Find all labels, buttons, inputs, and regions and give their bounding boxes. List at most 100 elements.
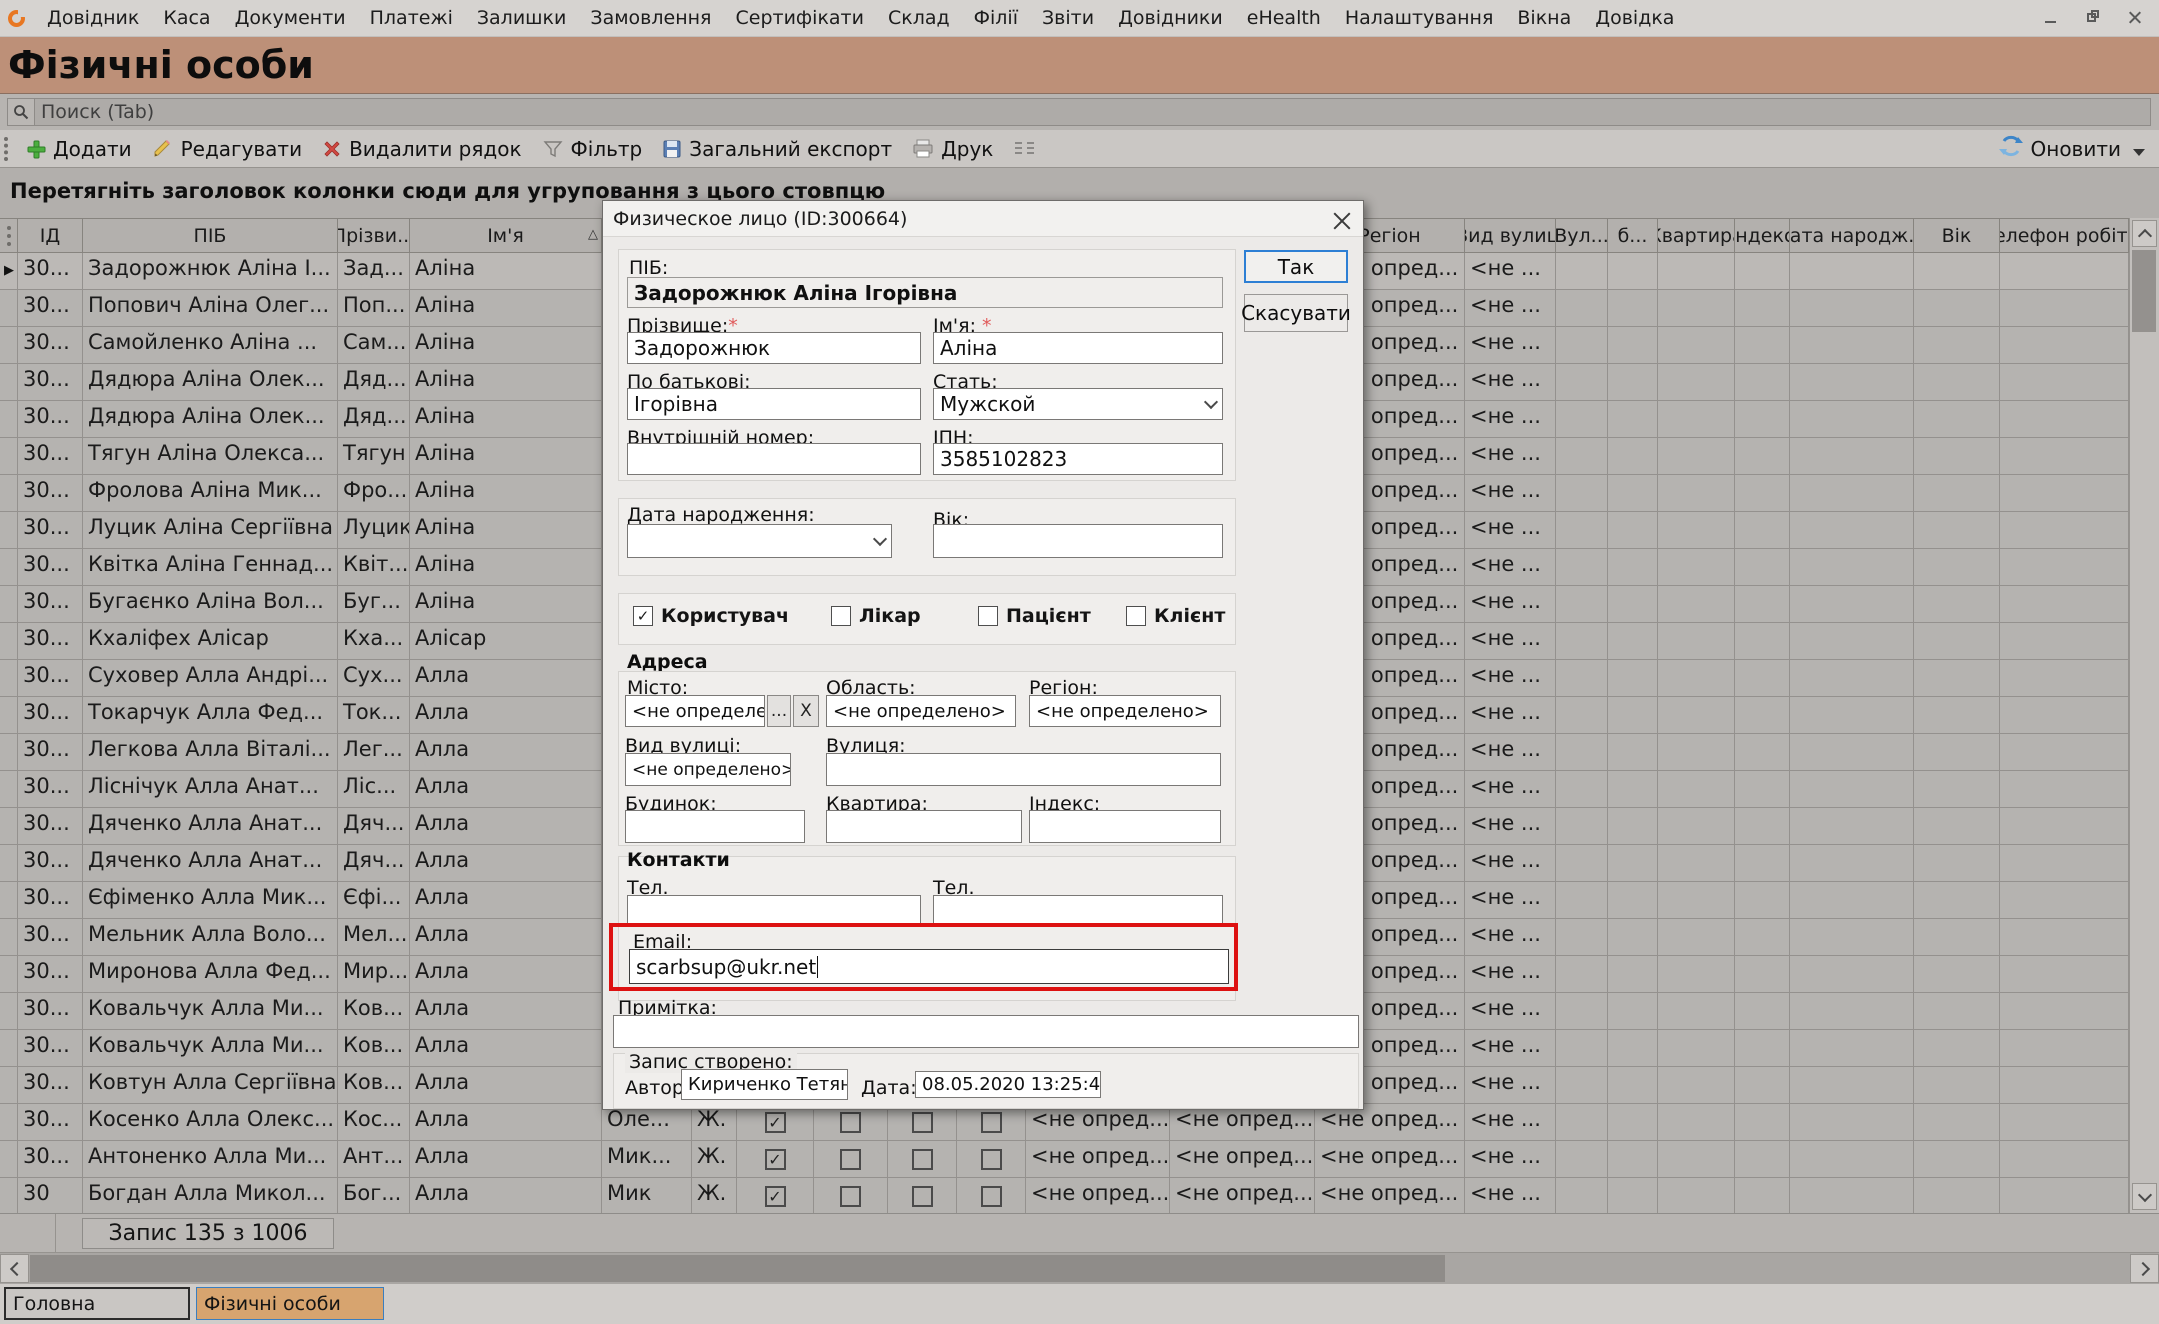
scroll-up-icon[interactable] <box>2132 220 2157 247</box>
column-header-index[interactable]: Індекс <box>1735 219 1790 252</box>
email-input[interactable]: scarbsup@ukr.net <box>629 949 1229 984</box>
menu-item-8[interactable]: Філії <box>962 7 1030 29</box>
horizontal-scroll-thumb[interactable] <box>30 1255 1445 1282</box>
horizontal-scrollbar[interactable] <box>0 1252 2159 1284</box>
tel2-input[interactable] <box>933 895 1223 927</box>
menu-item-0[interactable]: Довідник <box>35 7 151 29</box>
chevron-down-icon[interactable] <box>2133 149 2145 156</box>
row-checkbox[interactable] <box>912 1186 933 1207</box>
menu-item-10[interactable]: Довідники <box>1106 7 1235 29</box>
note-input[interactable] <box>613 1015 1359 1048</box>
gender-select[interactable]: Мужской <box>933 388 1223 420</box>
menu-item-2[interactable]: Документи <box>223 7 358 29</box>
minimize-icon[interactable] <box>2043 10 2059 26</box>
index-input[interactable] <box>1029 810 1221 843</box>
cancel-button[interactable]: Скасувати <box>1244 294 1348 332</box>
menu-item-7[interactable]: Склад <box>876 7 962 29</box>
building-input[interactable] <box>625 810 805 843</box>
surname-input[interactable]: Задорожнюк <box>627 332 921 364</box>
column-header-age[interactable]: Вік <box>1914 219 2000 252</box>
role-checkbox-checked[interactable]: ✓ <box>633 606 653 626</box>
column-header-id[interactable]: ІД <box>18 219 83 252</box>
city-browse-button[interactable]: ... <box>767 695 791 727</box>
toolbar-export-button[interactable]: Загальний експорт <box>652 137 902 161</box>
row-checkbox-checked[interactable]: ✓ <box>765 1186 786 1207</box>
role-checkbox[interactable] <box>1126 606 1146 626</box>
restore-icon[interactable] <box>2085 10 2101 26</box>
row-checkbox[interactable] <box>912 1149 933 1170</box>
toolbar-delete-row-button[interactable]: Видалити рядок <box>312 137 531 161</box>
dialog-titlebar[interactable]: Физическое лицо (ID:300664) <box>603 201 1363 237</box>
toolbar-add-button[interactable]: Додати <box>16 137 142 161</box>
ok-button[interactable]: Так <box>1244 250 1348 283</box>
toolbar-grip[interactable] <box>4 137 8 161</box>
row-checkbox[interactable] <box>912 1112 933 1133</box>
menu-item-4[interactable]: Залишки <box>465 7 579 29</box>
cell-id: 30... <box>18 327 83 364</box>
scroll-left-icon[interactable] <box>0 1254 29 1283</box>
column-header-apartment[interactable]: Квартира <box>1658 219 1735 252</box>
menu-item-12[interactable]: Налаштування <box>1333 7 1506 29</box>
birthdate-select[interactable] <box>627 524 892 558</box>
row-checkbox[interactable] <box>981 1112 1002 1133</box>
cell-street_type: <не ... <box>1465 1030 1556 1067</box>
column-header-birthdate[interactable]: дата народж... <box>1790 219 1914 252</box>
menu-item-6[interactable]: Сертифікати <box>723 7 876 29</box>
row-checkbox[interactable] <box>840 1112 861 1133</box>
ipn-input[interactable]: 3585102823 <box>933 443 1223 475</box>
firstname-input[interactable]: Аліна <box>933 332 1223 364</box>
column-header-sel[interactable] <box>0 219 18 252</box>
menu-item-14[interactable]: Довідка <box>1583 7 1686 29</box>
column-header-name[interactable]: Ім'я△ <box>410 219 602 252</box>
column-header-surname[interactable]: Прізви... <box>338 219 410 252</box>
vertical-scroll-thumb[interactable] <box>2132 250 2156 332</box>
column-header-workphone[interactable]: Телефон робіт... <box>2000 219 2129 252</box>
refresh-button[interactable]: Оновити <box>1999 135 2159 162</box>
tab-home[interactable]: Головна <box>4 1287 190 1320</box>
close-icon[interactable] <box>2127 10 2143 26</box>
menu-item-5[interactable]: Замовлення <box>578 7 723 29</box>
menu-item-9[interactable]: Звіти <box>1030 7 1106 29</box>
toolbar-edit-button[interactable]: Редагувати <box>142 137 312 161</box>
menu-item-1[interactable]: Каса <box>151 7 222 29</box>
oblast-input[interactable]: <не определено> <box>826 695 1016 727</box>
city-combo[interactable]: <не определено> <box>625 695 765 727</box>
role-checkbox[interactable] <box>831 606 851 626</box>
menu-item-11[interactable]: eHealth <box>1235 7 1333 29</box>
search-box[interactable] <box>7 98 2151 126</box>
toolbar-list-view-button[interactable] <box>1003 139 1047 159</box>
toolbar-edit-label: Редагувати <box>181 137 302 161</box>
column-header-pib[interactable]: ПІБ <box>83 219 338 252</box>
row-checkbox-checked[interactable]: ✓ <box>765 1112 786 1133</box>
city-clear-button[interactable]: X <box>793 695 819 727</box>
menu-item-13[interactable]: Вікна <box>1505 7 1583 29</box>
patronymic-input[interactable]: Ігорівна <box>627 388 921 420</box>
row-checkbox[interactable] <box>840 1186 861 1207</box>
column-header-street_type[interactable]: Вид вулиці <box>1465 219 1556 252</box>
toolbar-filter-button[interactable]: Фільтр <box>532 137 653 161</box>
row-checkbox[interactable] <box>981 1149 1002 1170</box>
tab-persons[interactable]: Фізичні особи <box>196 1287 384 1320</box>
internal-number-input[interactable] <box>627 443 921 475</box>
column-header-building[interactable]: б... <box>1608 219 1658 252</box>
row-checkbox[interactable] <box>981 1186 1002 1207</box>
apartment-input[interactable] <box>826 810 1022 843</box>
tel1-input[interactable] <box>627 895 921 927</box>
scroll-right-icon[interactable] <box>2130 1254 2159 1283</box>
search-input[interactable] <box>35 99 2150 125</box>
street-input[interactable] <box>826 753 1221 786</box>
table-row[interactable]: 30Богдан Алла Микол...Бог...АллаМикЖ.✓<н… <box>0 1178 2129 1213</box>
toolbar-print-button[interactable]: Друк <box>902 137 1003 161</box>
scroll-down-icon[interactable] <box>2132 1183 2157 1210</box>
table-row[interactable]: 30...Антоненко Алла Ми...Ант...АллаМик..… <box>0 1141 2129 1178</box>
role-checkbox[interactable] <box>978 606 998 626</box>
region-input[interactable]: <не определено> <box>1029 695 1221 727</box>
street-type-select[interactable]: <не определено> <box>625 753 791 786</box>
menu-item-3[interactable]: Платежі <box>358 7 465 29</box>
age-input[interactable] <box>933 524 1223 558</box>
column-header-street[interactable]: Вул... <box>1556 219 1608 252</box>
row-checkbox-checked[interactable]: ✓ <box>765 1149 786 1170</box>
row-checkbox[interactable] <box>840 1149 861 1170</box>
dialog-close-icon[interactable] <box>1333 210 1351 228</box>
vertical-scrollbar[interactable] <box>2129 218 2159 1213</box>
